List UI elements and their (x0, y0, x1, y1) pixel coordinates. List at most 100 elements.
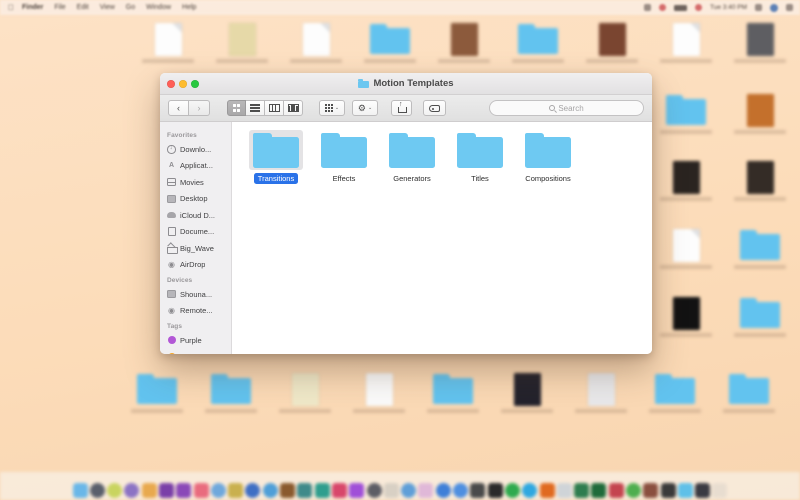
minimize-button[interactable] (179, 80, 187, 88)
word-icon[interactable] (591, 483, 606, 498)
file-item[interactable]: Generators (378, 130, 446, 184)
menu-item-go[interactable]: Go (126, 4, 135, 11)
sidebar-item-purple[interactable]: Purple (160, 332, 231, 349)
mail-icon[interactable] (142, 483, 157, 498)
xcode-icon[interactable] (488, 483, 503, 498)
window-controls[interactable] (160, 80, 199, 88)
menu-item-window[interactable]: Window (146, 4, 171, 11)
search-icon[interactable] (755, 4, 762, 11)
menu-item-finder[interactable]: Finder (22, 4, 43, 11)
sidebar-item-orange[interactable]: Orange (160, 349, 231, 355)
arrange-button[interactable]: ⌄ (319, 100, 345, 116)
menu-item-help[interactable]: Help (182, 4, 196, 11)
vlc-icon[interactable] (540, 483, 555, 498)
terminal-icon[interactable] (470, 483, 485, 498)
file-item[interactable]: Transitions (242, 130, 310, 184)
desktop-icon[interactable] (712, 372, 786, 413)
desktop-icon[interactable] (723, 93, 797, 134)
finder-sidebar[interactable]: FavoritesDownlo...AApplicat...MoviesDesk… (160, 122, 232, 354)
desktop-icon[interactable] (490, 372, 564, 413)
numbers-icon[interactable] (384, 483, 399, 498)
desktop-icon[interactable] (723, 296, 797, 337)
desktop-icon[interactable] (649, 93, 723, 134)
desktop-icon[interactable] (416, 372, 490, 413)
desktop-icon[interactable] (131, 22, 205, 63)
desktop-icon[interactable] (649, 22, 723, 63)
file-item[interactable]: Effects (310, 130, 378, 184)
column-view-button[interactable] (265, 100, 284, 116)
desktop-icon[interactable] (120, 372, 194, 413)
sidebar-item-bigwave[interactable]: Big_Wave (160, 240, 231, 257)
downloads-icon[interactable] (678, 483, 693, 498)
file-item[interactable]: Compositions (514, 130, 582, 184)
dock[interactable] (0, 472, 800, 500)
list-view-button[interactable] (246, 100, 265, 116)
menu-item-file[interactable]: File (54, 4, 65, 11)
desktop-icon[interactable] (723, 228, 797, 269)
desktop-icon[interactable] (427, 22, 501, 63)
menu-bar-clock[interactable]: Tue 3:40 PM (710, 4, 747, 11)
desktop-icon[interactable] (638, 372, 712, 413)
desktop-icon[interactable] (205, 22, 279, 63)
finder-content-area[interactable]: TransitionsEffectsGeneratorsTitlesCompos… (232, 122, 652, 354)
chrome-icon[interactable] (436, 483, 451, 498)
volume-icon[interactable] (659, 4, 666, 11)
menu-item-edit[interactable]: Edit (77, 4, 89, 11)
close-button[interactable] (167, 80, 175, 88)
search-field[interactable]: Search (489, 100, 644, 116)
apple-menu-icon[interactable]:  (8, 3, 14, 12)
forward-button[interactable]: › (189, 100, 210, 116)
launchpad-icon[interactable] (107, 483, 122, 498)
desktop-icon[interactable] (575, 22, 649, 63)
bluetooth-icon[interactable] (644, 4, 651, 11)
contacts-icon[interactable] (176, 483, 191, 498)
sidebar-item-remote[interactable]: ◉Remote... (160, 303, 231, 320)
tags-button[interactable] (423, 100, 446, 116)
view-mode-buttons[interactable] (227, 100, 303, 116)
notification-icon[interactable] (695, 4, 702, 11)
sidebar-item-shouna[interactable]: Shouna... (160, 286, 231, 303)
spotify-icon[interactable] (505, 483, 520, 498)
app-store-icon[interactable] (332, 483, 347, 498)
finder-toolbar[interactable]: ‹ › ⌄ ⚙ ⌄ (160, 95, 652, 122)
sidebar-item-downlo[interactable]: Downlo... (160, 141, 231, 158)
sidebar-item-icloudd[interactable]: iCloud D... (160, 207, 231, 224)
desktop-icon[interactable] (649, 228, 723, 269)
safari-icon[interactable] (159, 483, 174, 498)
images-folder-icon[interactable] (712, 483, 727, 498)
finder-window[interactable]: Motion Templates ‹ › ⌄ ⚙ (160, 73, 652, 354)
siri-icon[interactable] (770, 4, 778, 12)
keynote-icon[interactable] (349, 483, 364, 498)
sidebar-item-movies[interactable]: Movies (160, 174, 231, 191)
desktop-icon[interactable] (564, 372, 638, 413)
documents-icon[interactable] (695, 483, 710, 498)
desktop-icon[interactable] (723, 22, 797, 63)
desktop-icon[interactable] (649, 160, 723, 201)
sidebar-item-desktop[interactable]: Desktop (160, 191, 231, 208)
desktop-icon[interactable] (501, 22, 575, 63)
sketch-icon[interactable] (418, 483, 433, 498)
excel-icon[interactable] (574, 483, 589, 498)
desktop-icon[interactable] (649, 296, 723, 337)
menu-item-view[interactable]: View (100, 4, 115, 11)
navigation-buttons[interactable]: ‹ › (168, 100, 210, 116)
window-title-bar[interactable]: Motion Templates (160, 73, 652, 95)
preview-icon[interactable] (401, 483, 416, 498)
desktop-icon[interactable] (268, 372, 342, 413)
notification-center-icon[interactable] (786, 4, 793, 11)
icon-view-button[interactable] (227, 100, 246, 116)
action-button[interactable]: ⚙ ⌄ (352, 100, 378, 116)
file-item[interactable]: Titles (446, 130, 514, 184)
sidebar-item-airdrop[interactable]: ◉AirDrop (160, 257, 231, 274)
utilities-icon[interactable] (643, 483, 658, 498)
messages-icon[interactable] (280, 483, 295, 498)
facetime-icon[interactable] (297, 483, 312, 498)
evernote-icon[interactable] (626, 483, 641, 498)
pages-icon[interactable] (367, 483, 382, 498)
desktop-icon[interactable] (723, 160, 797, 201)
maps-icon[interactable] (245, 483, 260, 498)
calendar-icon[interactable] (194, 483, 209, 498)
back-button[interactable]: ‹ (168, 100, 189, 116)
siri-icon[interactable] (90, 483, 105, 498)
desktop-icon[interactable] (194, 372, 268, 413)
